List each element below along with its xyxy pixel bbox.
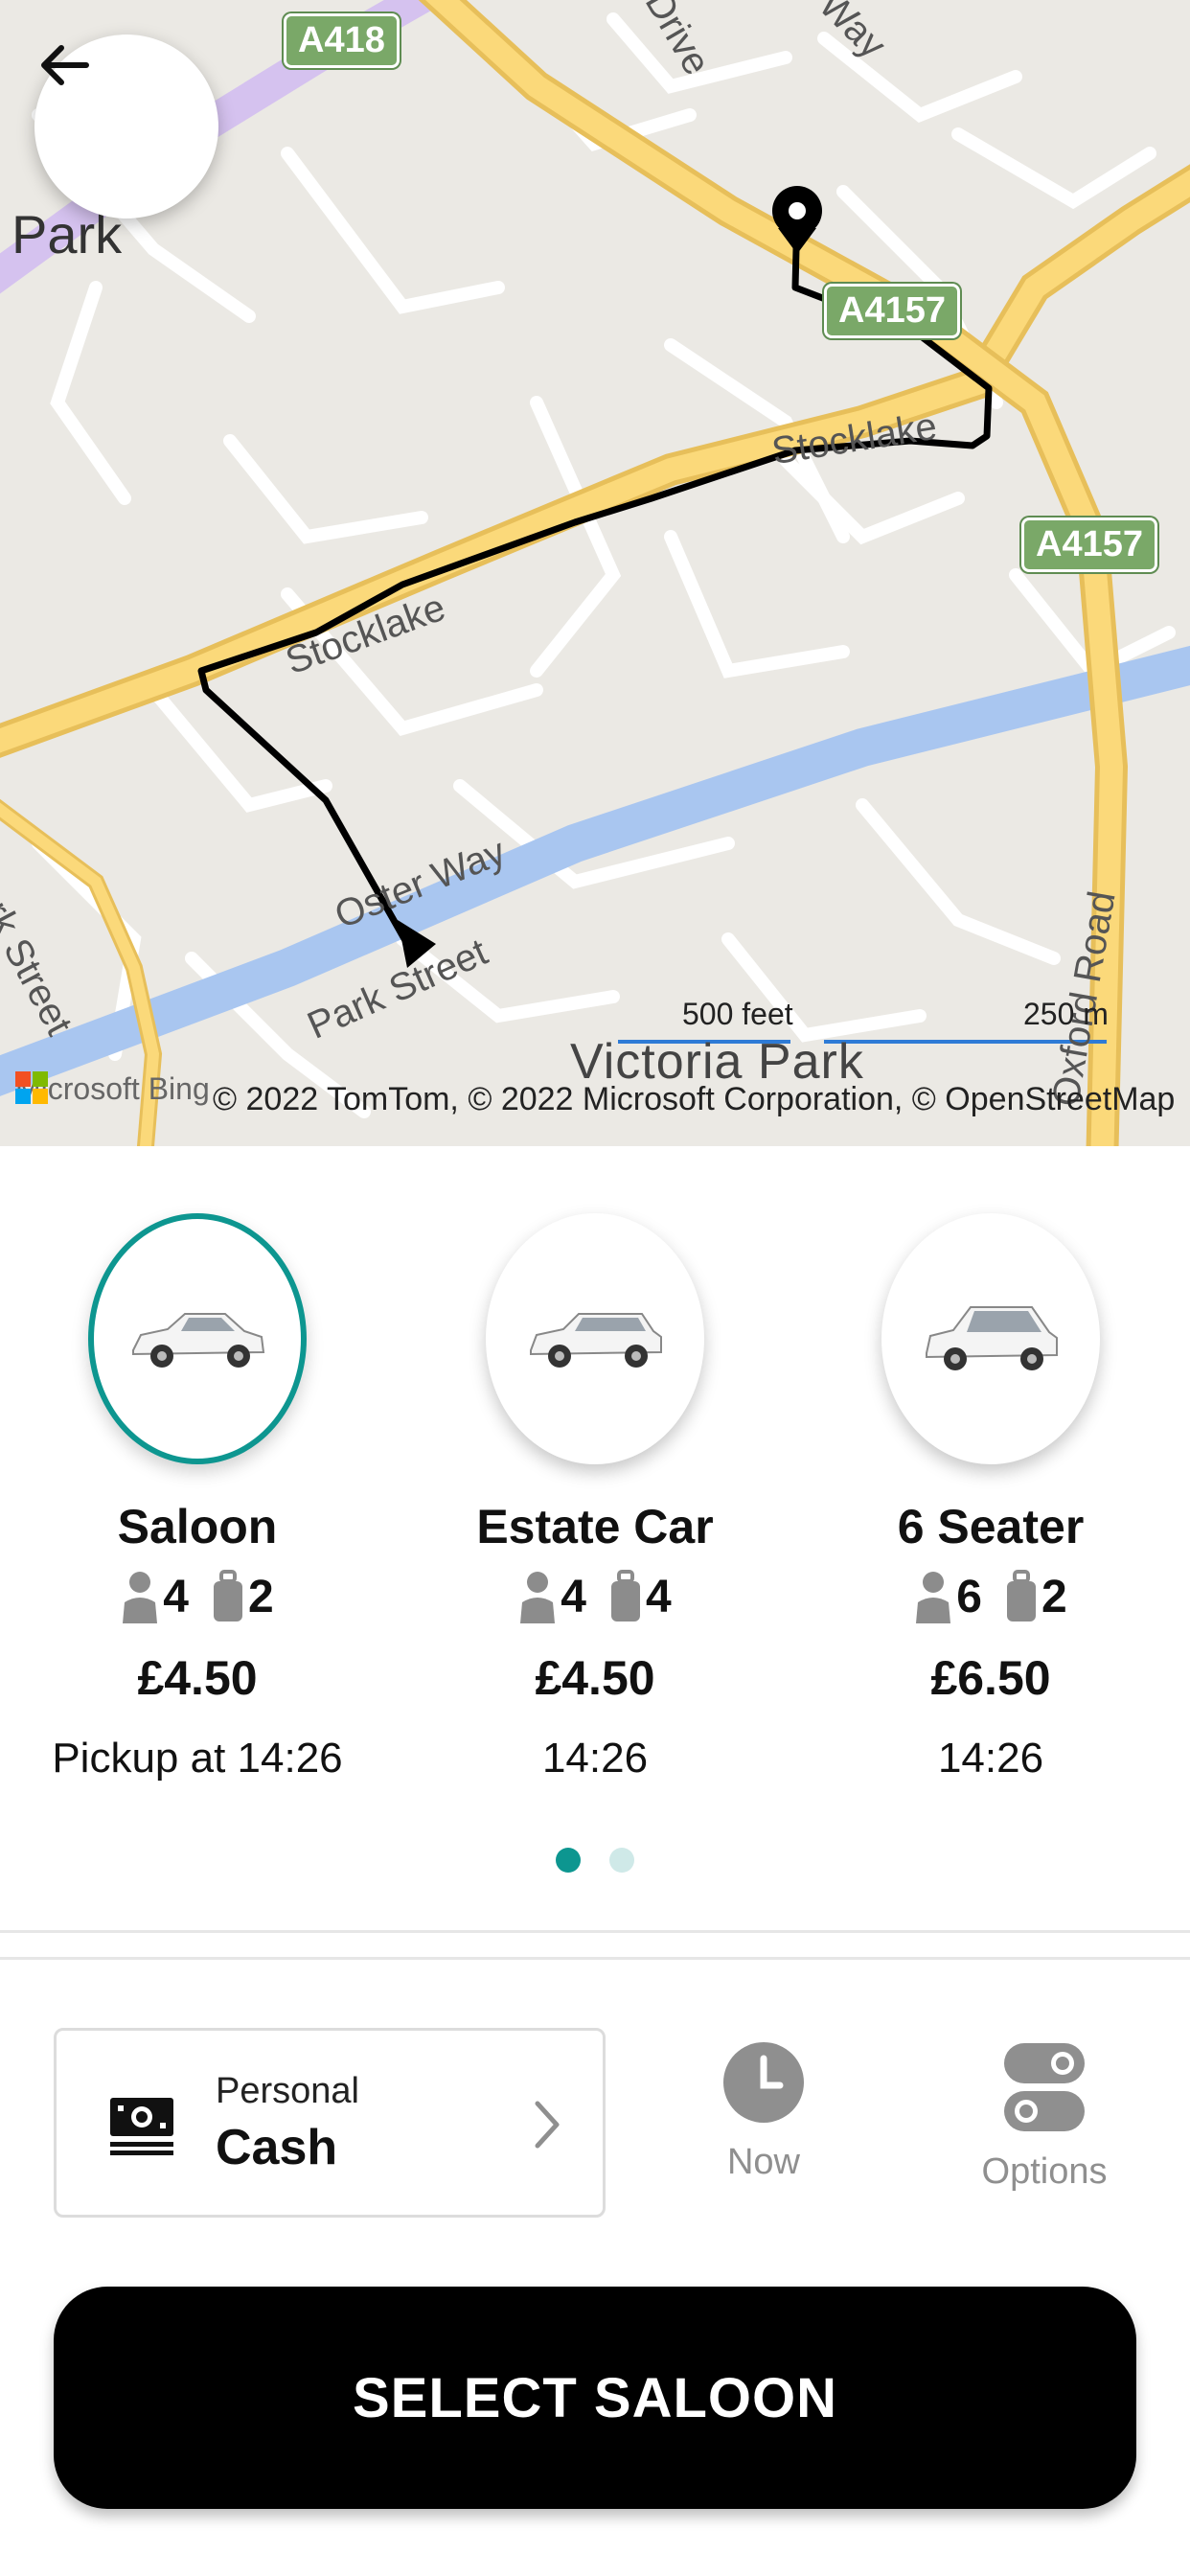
saloon-car-icon (132, 1313, 265, 1368)
road-shield-a4157: A4157 (824, 284, 960, 338)
now-label: Now (726, 2142, 801, 2182)
pagination-dot-active[interactable] (556, 1848, 581, 1873)
passenger-count: 4 (163, 1571, 189, 1622)
payment-profile-label: Personal (216, 2071, 359, 2111)
luggage-icon (214, 1570, 242, 1622)
vehicle-name: 6 Seater (897, 1500, 1085, 1553)
options-label: Options (981, 2151, 1108, 2192)
vehicle-option-estate-car[interactable]: Estate Car 4 4 £4.50 14:26 (423, 1213, 767, 1782)
cash-icon (110, 2098, 173, 2155)
map-view[interactable]: A418 A4157 A4157 Stocklake Stocklake Par… (0, 0, 1190, 1146)
passenger-icon (123, 1572, 158, 1623)
microsoft-logo-icon (15, 1071, 48, 1104)
vehicle-price: £6.50 (930, 1651, 1051, 1705)
vehicle-pickup-time: 14:26 (541, 1735, 649, 1782)
road-shield-a418: A418 (284, 13, 400, 68)
estate-car-icon (530, 1313, 662, 1368)
road-shield-a4157: A4157 (1021, 518, 1157, 572)
clock-icon (723, 2042, 804, 2123)
vehicle-price: £4.50 (137, 1651, 258, 1705)
vehicle-pickup-time: Pickup at 14:26 (52, 1735, 343, 1782)
bing-logo: Microsoft Bing (15, 1071, 210, 1107)
vehicle-name: Saloon (117, 1500, 278, 1553)
carousel-pagination (0, 1848, 1190, 1873)
passenger-count: 6 (956, 1571, 982, 1622)
pagination-dot[interactable] (609, 1848, 634, 1873)
mpv-car-icon (926, 1306, 1058, 1370)
pickup-time-button[interactable]: Now (711, 2041, 816, 2183)
payment-method-label: Cash (216, 2120, 338, 2175)
vehicle-image-frame[interactable] (486, 1213, 704, 1464)
section-divider (0, 1957, 1190, 1960)
vehicle-price: £4.50 (535, 1651, 655, 1705)
chevron-right-icon (535, 2101, 560, 2149)
payment-method-selector[interactable]: Personal Cash (54, 2028, 606, 2218)
vehicle-carousel[interactable]: Saloon 4 2 £4.50 Pickup at 14:26 Estate … (0, 1146, 1190, 1932)
passenger-icon (520, 1572, 556, 1623)
select-vehicle-button[interactable]: SELECT SALOON (54, 2287, 1136, 2509)
arrow-left-icon (41, 45, 89, 85)
vehicle-image-frame[interactable] (881, 1213, 1100, 1464)
vehicle-capacity: 4 4 (423, 1570, 767, 1623)
vehicle-name: Estate Car (476, 1500, 714, 1553)
vehicle-capacity: 4 2 (25, 1570, 370, 1623)
scale-meters: 250 m (1023, 997, 1109, 1031)
scale-feet: 500 feet (682, 997, 793, 1031)
map-attribution[interactable]: © 2022 TomTom, © 2022 Microsoft Corporat… (213, 1081, 1175, 1118)
toggle-options-icon (1004, 2043, 1085, 2131)
vehicle-pickup-time: 14:26 (937, 1735, 1044, 1782)
section-divider (0, 1930, 1190, 1933)
passenger-count: 4 (561, 1571, 586, 1622)
vehicle-option-saloon[interactable]: Saloon 4 2 £4.50 Pickup at 14:26 (25, 1213, 370, 1782)
vehicle-option-6-seater[interactable]: 6 Seater 6 2 £6.50 14:26 (818, 1213, 1163, 1782)
passenger-icon (916, 1572, 951, 1623)
luggage-count: 2 (248, 1571, 274, 1622)
luggage-count: 4 (646, 1571, 672, 1622)
luggage-count: 2 (1041, 1571, 1067, 1622)
luggage-icon (1007, 1570, 1036, 1622)
options-button[interactable]: Options (968, 2041, 1121, 2193)
vehicle-capacity: 6 2 (818, 1570, 1163, 1623)
vehicle-image-frame[interactable] (88, 1213, 307, 1464)
back-button[interactable] (34, 34, 218, 218)
luggage-icon (611, 1570, 640, 1622)
